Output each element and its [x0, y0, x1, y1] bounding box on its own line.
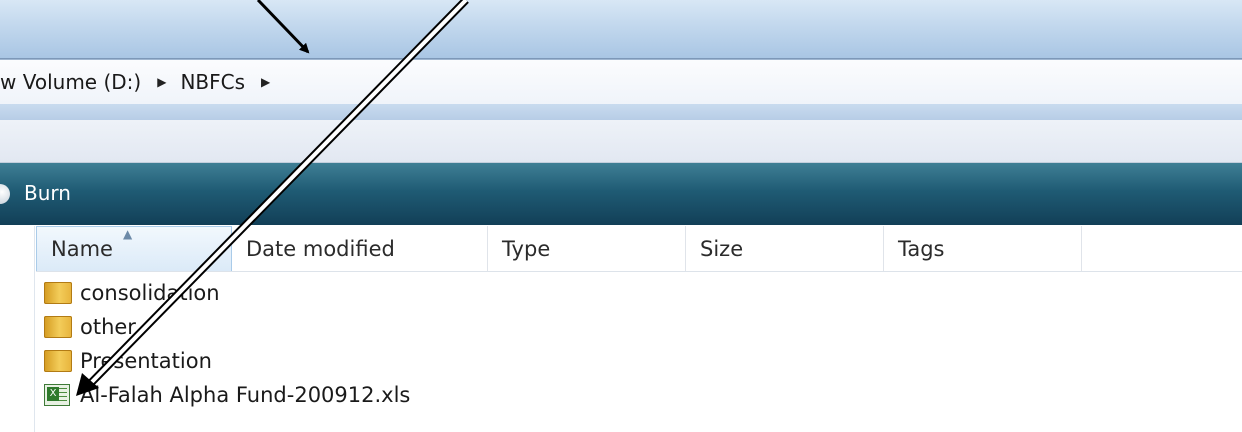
column-header-label: Size — [700, 236, 744, 261]
chevron-right-icon[interactable]: ▶ — [261, 75, 270, 89]
file-list: consolidation other Presentation X Al-Fa… — [44, 276, 1234, 412]
navigation-pane — [0, 226, 35, 432]
column-header-name[interactable]: ▲ Name — [36, 226, 232, 271]
breadcrumb: w Volume (D:) ▶ NBFCs ▶ — [0, 68, 284, 96]
list-item[interactable]: other — [44, 310, 1234, 344]
column-header-date-modified[interactable]: Date modified — [232, 226, 488, 271]
file-name: consolidation — [80, 281, 220, 305]
menu-band — [0, 104, 1242, 120]
column-header-label: Tags — [898, 236, 945, 261]
search-band — [0, 120, 1242, 163]
burn-button[interactable]: Burn — [24, 181, 71, 205]
list-item[interactable]: Presentation — [44, 344, 1234, 378]
folder-icon — [44, 349, 74, 373]
column-header-type[interactable]: Type — [488, 226, 686, 271]
file-name: other — [80, 315, 136, 339]
burn-disc-icon — [0, 184, 10, 204]
file-name: Al-Falah Alpha Fund-200912.xls — [80, 383, 411, 407]
excel-file-icon: X — [44, 383, 74, 407]
breadcrumb-item-nbfcs[interactable]: NBFCs — [180, 70, 251, 94]
file-name: Presentation — [80, 349, 212, 373]
column-header-label: Date modified — [246, 236, 395, 261]
column-header-label: Name — [51, 237, 113, 261]
list-item[interactable]: X Al-Falah Alpha Fund-200912.xls — [44, 378, 1234, 412]
column-header-size[interactable]: Size — [686, 226, 884, 271]
chevron-right-icon[interactable]: ▶ — [157, 75, 166, 89]
window-title-bar — [0, 0, 1242, 59]
column-header-tags[interactable]: Tags — [884, 226, 1082, 271]
sort-ascending-icon: ▲ — [123, 227, 133, 241]
folder-icon — [44, 281, 74, 305]
folder-icon — [44, 315, 74, 339]
list-item[interactable]: consolidation — [44, 276, 1234, 310]
column-header-label: Type — [502, 236, 551, 261]
column-header-row: ▲ Name Date modified Type Size Tags — [36, 226, 1242, 272]
command-toolbar: Burn — [0, 163, 1242, 225]
breadcrumb-item-volume-d[interactable]: w Volume (D:) — [0, 70, 147, 94]
address-bar[interactable]: w Volume (D:) ▶ NBFCs ▶ — [0, 59, 1242, 105]
